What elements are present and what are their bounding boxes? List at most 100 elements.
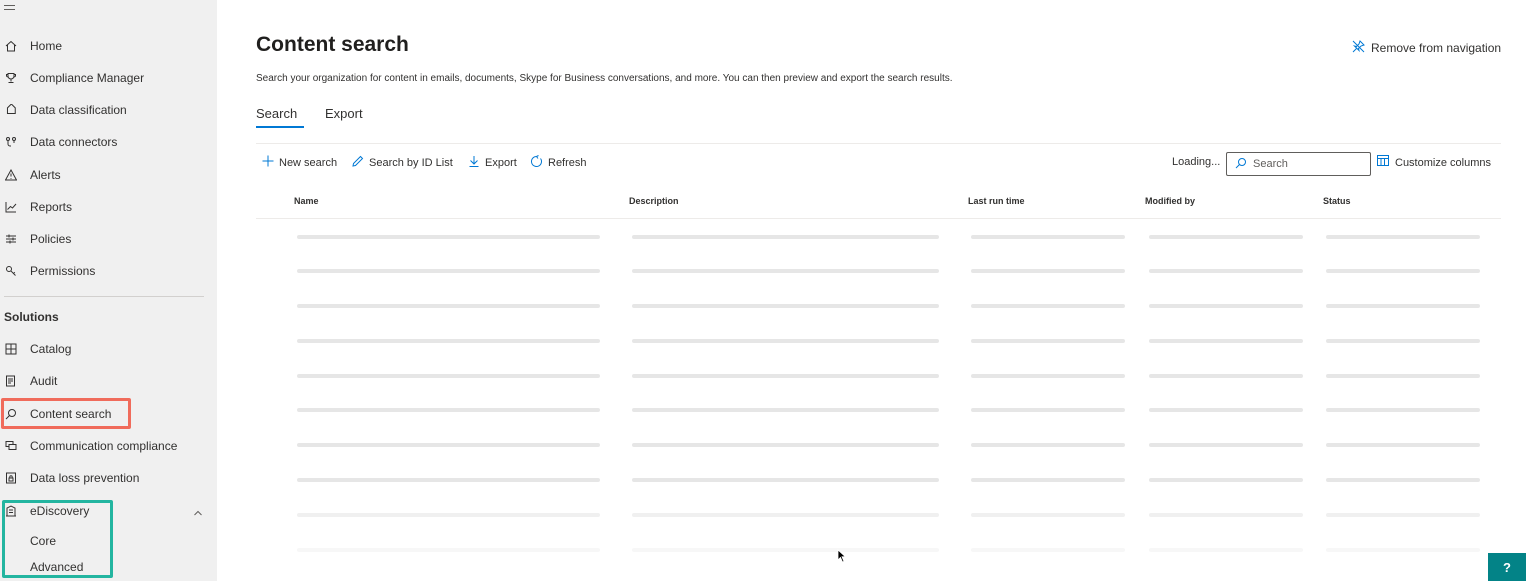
nav-item-permissions[interactable]: Permissions [0,257,217,285]
skeleton-cell [971,478,1125,482]
skeleton-cell [297,408,600,412]
tag-icon [4,103,18,117]
nav-item-label: Home [30,39,63,53]
remove-from-navigation-label: Remove from navigation [1371,41,1502,55]
highlight-box-teal [2,500,113,578]
skeleton-cell [632,513,939,517]
skeleton-cell [297,548,600,552]
main-content: Content search Remove from navigation Se… [217,0,1536,581]
skeleton-cell [1326,339,1480,343]
page-description: Search your organization for content in … [256,73,953,84]
nav-item-compliance-manager[interactable]: Compliance Manager [0,64,217,92]
home-icon [4,39,18,53]
refresh-button[interactable]: Refresh [530,155,587,171]
nav-item-communication-compliance[interactable]: Communication compliance [0,432,217,460]
nav-item-label: Data connectors [30,135,118,149]
column-header-last-run-time[interactable]: Last run time [968,196,1025,206]
skeleton-cell [971,304,1125,308]
skeleton-cell [632,374,939,378]
nav-item-catalog[interactable]: Catalog [0,335,217,363]
tab-divider [256,143,1501,144]
skeleton-cell [1326,374,1480,378]
sliders-icon [4,232,18,246]
skeleton-cell [971,374,1125,378]
skeleton-cell [632,478,939,482]
search-input[interactable]: Search [1226,152,1371,176]
skeleton-cell [1149,235,1303,239]
skeleton-cell [297,374,600,378]
search-placeholder: Search [1253,158,1288,170]
column-header-description[interactable]: Description [629,196,679,206]
active-tab-indicator [256,126,304,128]
skeleton-cell [632,408,939,412]
skeleton-cell [1326,548,1480,552]
skeleton-cell [1149,513,1303,517]
tab-export[interactable]: Export [325,106,363,121]
search-by-id-list-button[interactable]: Search by ID List [352,155,453,170]
plus-icon [262,155,274,170]
chevron-up-icon[interactable] [193,505,203,516]
skeleton-cell [632,235,939,239]
skeleton-cell [1326,235,1480,239]
skeleton-cell [971,339,1125,343]
export-button[interactable]: Export [468,155,517,170]
skeleton-cell [297,443,600,447]
skeleton-cell [1326,478,1480,482]
nav-item-alerts[interactable]: Alerts [0,161,217,189]
export-label: Export [485,156,517,169]
skeleton-cell [1149,478,1303,482]
chat-icon [4,439,18,453]
lock-doc-icon [4,471,18,485]
warning-icon [4,168,18,182]
unpin-icon [1352,40,1365,56]
nav-item-label: Communication compliance [30,439,178,453]
nav-item-data-classification[interactable]: Data classification [0,96,217,124]
column-header-modified-by[interactable]: Modified by [1145,196,1195,206]
customize-columns-button[interactable]: Customize columns [1377,155,1491,170]
nav-item-data-connectors[interactable]: Data connectors [0,128,217,156]
remove-from-navigation-button[interactable]: Remove from navigation [1352,40,1501,56]
nav-item-data-loss-prevention[interactable]: Data loss prevention [0,464,217,492]
skeleton-cell [1326,513,1480,517]
skeleton-cell [971,443,1125,447]
nav-item-home[interactable]: Home [0,32,217,60]
chart-icon [4,200,18,214]
new-search-button[interactable]: New search [262,155,337,170]
refresh-icon [530,155,543,171]
skeleton-cell [971,269,1125,273]
nav-item-label: Catalog [30,342,72,356]
pencil-icon [352,155,364,170]
skeleton-cell [971,235,1125,239]
column-header-status[interactable]: Status [1323,196,1351,206]
skeleton-cell [1149,339,1303,343]
nav-item-label: Alerts [30,168,61,182]
skeleton-cell [971,408,1125,412]
skeleton-cell [632,339,939,343]
page-title: Content search [256,33,409,56]
skeleton-cell [971,548,1125,552]
skeleton-cell [1149,304,1303,308]
catalog-icon [4,342,18,356]
skeleton-cell [1326,304,1480,308]
tab-search[interactable]: Search [256,106,297,121]
section-title-solutions: Solutions [4,310,59,324]
customize-columns-label: Customize columns [1395,156,1491,169]
sidebar-divider [4,296,204,297]
nav-item-label: Data loss prevention [30,471,140,485]
nav-item-policies[interactable]: Policies [0,225,217,253]
skeleton-cell [1149,374,1303,378]
column-header-name[interactable]: Name [294,196,319,206]
nav-item-label: Permissions [30,264,96,278]
nav-item-label: Policies [30,232,72,246]
nav-item-reports[interactable]: Reports [0,193,217,221]
skeleton-cell [297,339,600,343]
hamburger-menu-icon[interactable] [4,2,18,16]
help-button[interactable]: ? [1488,553,1526,581]
nav-item-label: Compliance Manager [30,71,145,85]
nav-item-label: Data classification [30,103,127,117]
columns-icon [1377,155,1390,170]
nav-item-audit[interactable]: Audit [0,367,217,395]
skeleton-cell [297,304,600,308]
skeleton-cell [297,235,600,239]
skeleton-cell [1326,269,1480,273]
